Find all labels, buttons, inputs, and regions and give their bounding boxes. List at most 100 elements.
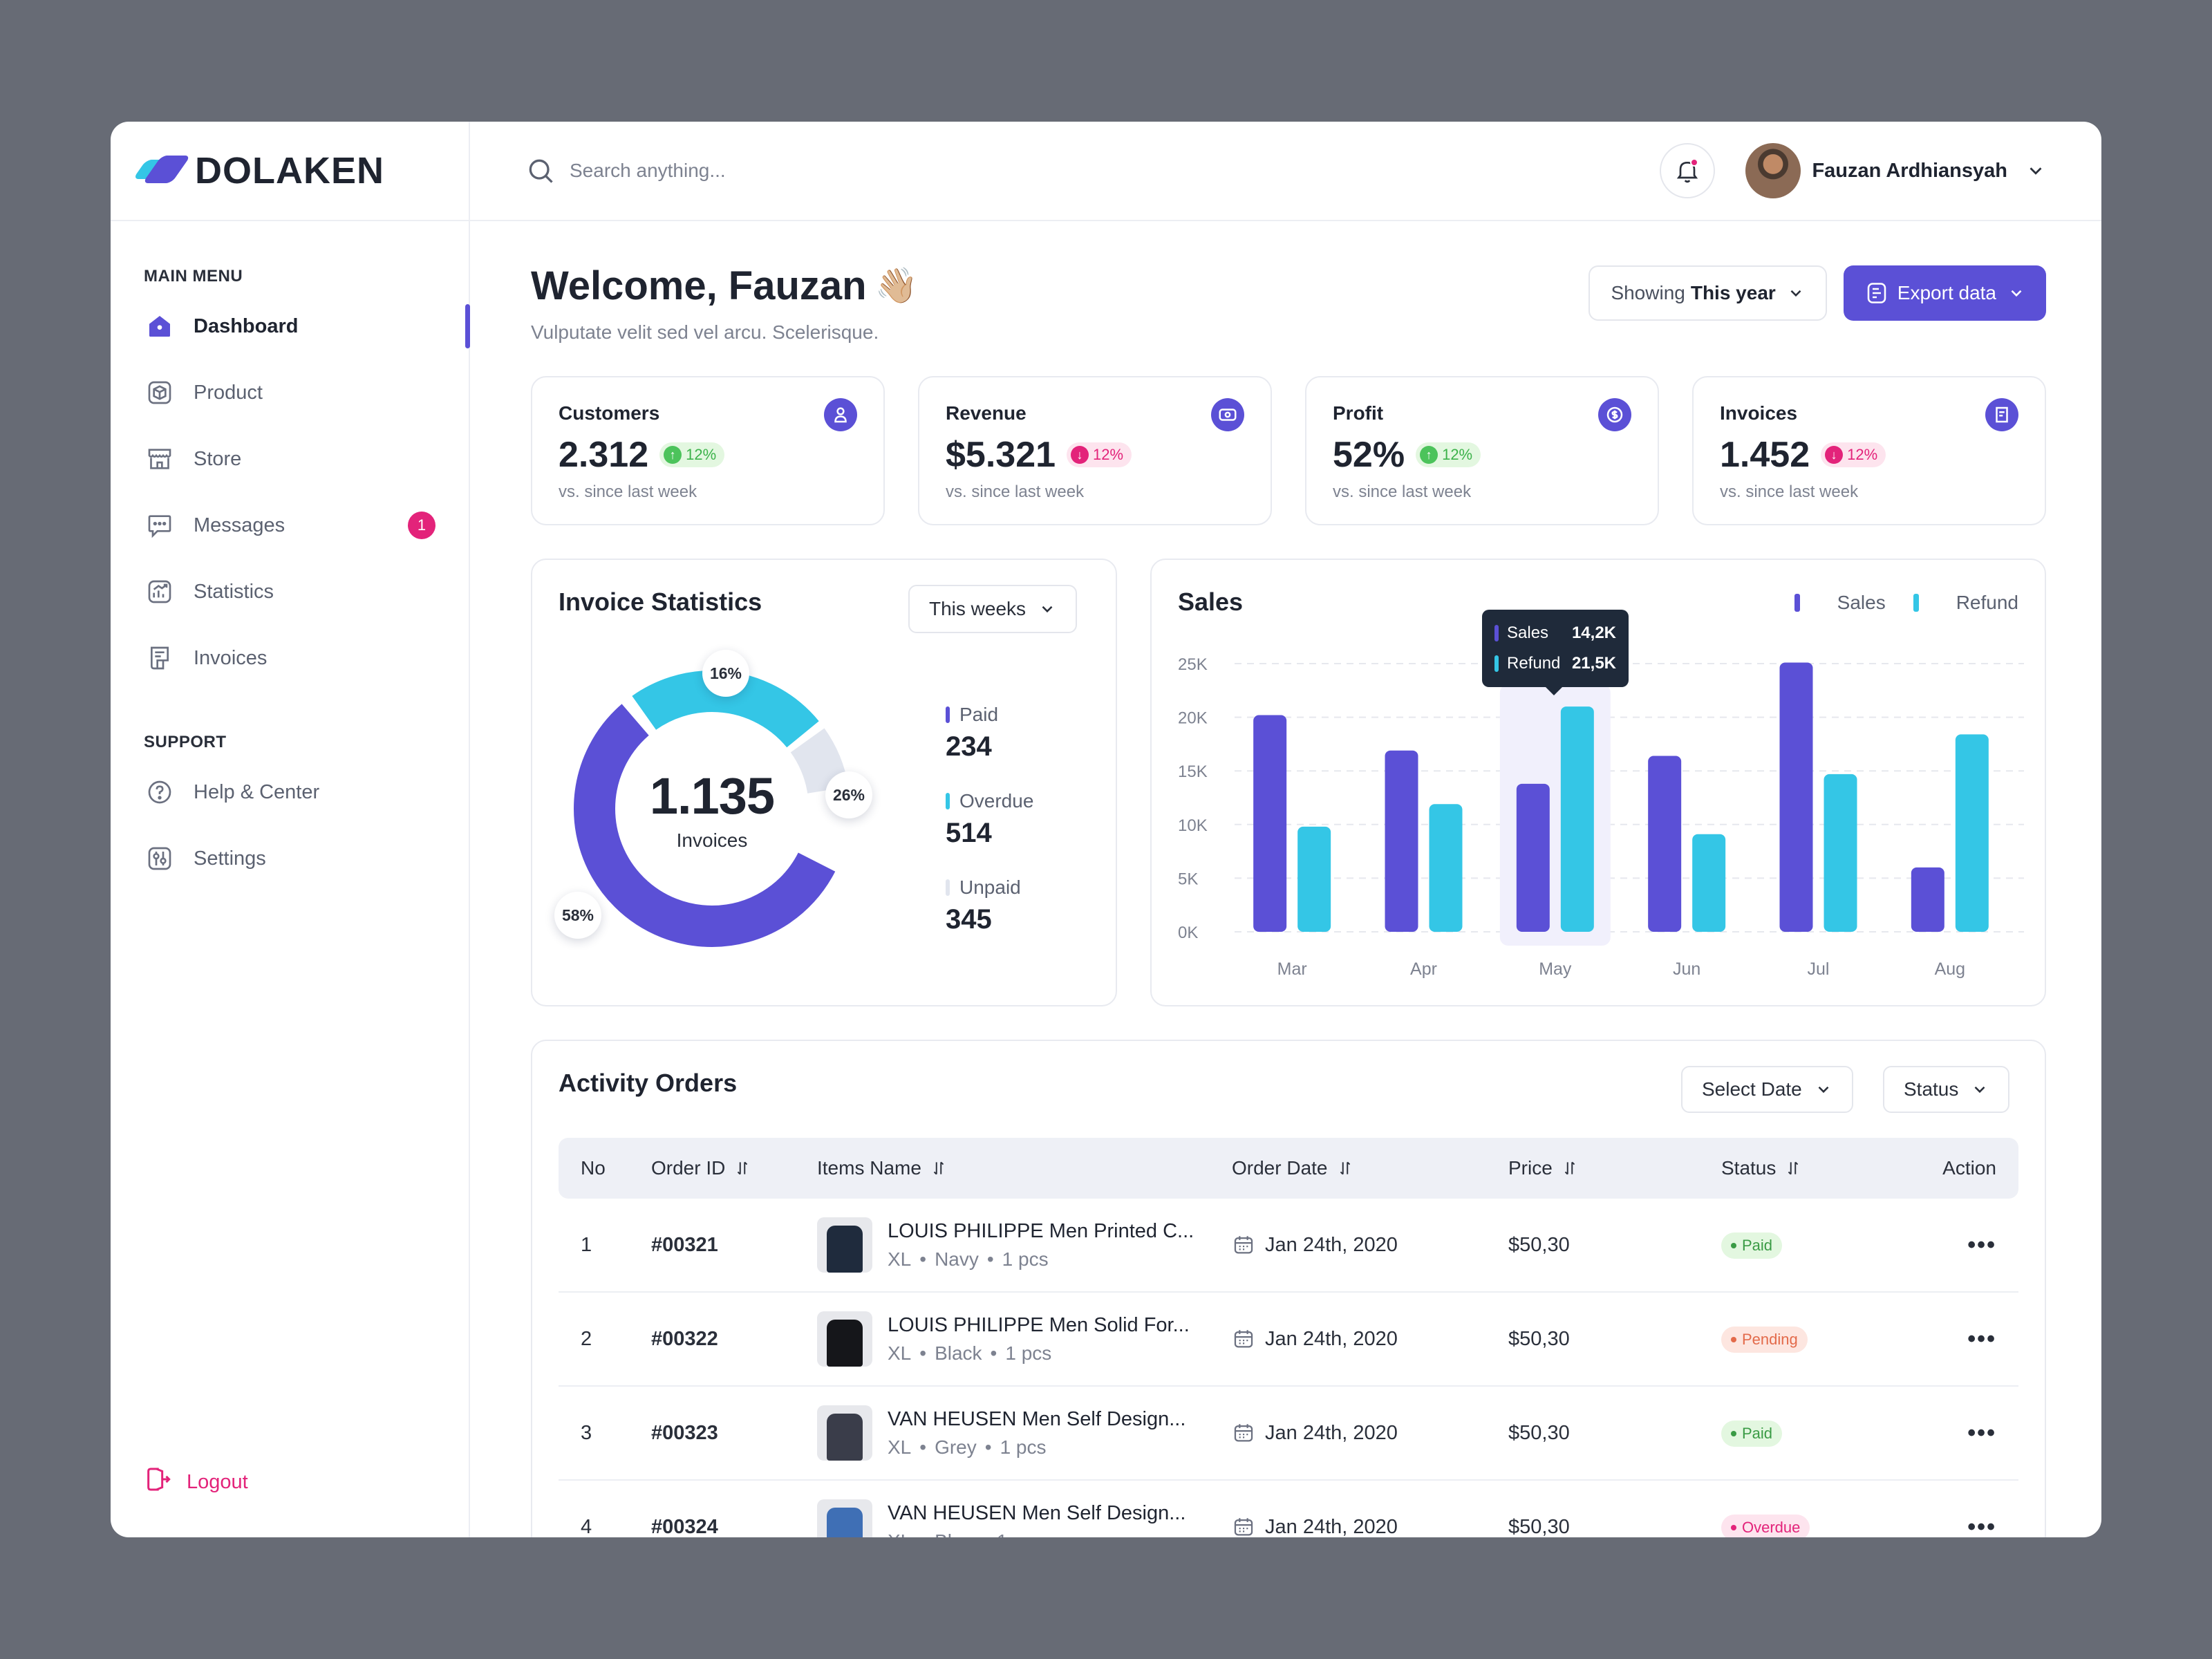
- main-menu-title: MAIN MENU: [144, 267, 243, 285]
- logo[interactable]: DOLAKEN: [111, 122, 469, 221]
- arrow-down-icon: ↓: [1071, 446, 1089, 464]
- app-window: DOLAKEN MAIN MENU Dashboard Product Stor…: [111, 122, 2101, 1537]
- table-row[interactable]: 1 #00321 LOUIS PHILIPPE Men Printed C...…: [559, 1199, 2018, 1293]
- bar-refund-jul[interactable]: [1824, 774, 1857, 932]
- coin-icon: [1598, 398, 1631, 431]
- stat-card-invoices[interactable]: Invoices 1.452 ↓ 12% vs. since last week: [1692, 376, 2046, 525]
- select-date-dropdown[interactable]: Select Date: [1681, 1066, 1853, 1113]
- product-thumbnail: [817, 1217, 872, 1273]
- order-id: #00323: [651, 1421, 718, 1444]
- chart-legend: Sales Refund: [1767, 592, 2018, 614]
- column-header-items-name[interactable]: Items Name: [817, 1157, 1232, 1179]
- messages-count-badge: 1: [408, 512, 435, 539]
- more-actions-icon[interactable]: •••: [1967, 1514, 1996, 1538]
- column-header-order-id[interactable]: Order ID: [651, 1157, 817, 1179]
- bar-sales-aug[interactable]: [1911, 867, 1944, 932]
- sidebar-item-help-center[interactable]: Help & Center: [111, 759, 469, 825]
- more-actions-icon[interactable]: •••: [1967, 1326, 1996, 1352]
- arrow-up-icon: ↑: [1420, 446, 1438, 464]
- column-header-price[interactable]: Price: [1508, 1157, 1721, 1179]
- legend-item-sales[interactable]: Sales: [1794, 592, 1886, 614]
- sidebar-item-product[interactable]: Product: [111, 359, 469, 426]
- bar-sales-may[interactable]: [1516, 783, 1550, 932]
- document-icon: [1867, 283, 1886, 303]
- search-input[interactable]: Search anything...: [570, 160, 726, 182]
- y-tick-label: 25K: [1178, 655, 1208, 674]
- bar-sales-jun[interactable]: [1648, 756, 1682, 932]
- column-header-order-date[interactable]: Order Date: [1232, 1157, 1508, 1179]
- export-data-button[interactable]: Export data: [1843, 265, 2046, 321]
- user-area: Fauzan Ardhiansyah: [1660, 143, 2046, 198]
- logout-button[interactable]: Logout: [144, 1465, 248, 1499]
- orders-table: No Order ID Items Name Order Date Price …: [559, 1138, 2018, 1537]
- legend-item-refund[interactable]: Refund: [1913, 592, 2018, 614]
- bar-sales-apr[interactable]: [1385, 750, 1418, 932]
- welcome-section: Welcome, Fauzan 👋🏼 Vulputate velit sed ve…: [531, 263, 918, 344]
- sidebar-item-statistics[interactable]: Statistics: [111, 559, 469, 625]
- bar-refund-aug[interactable]: [1955, 734, 1989, 932]
- calendar-icon: [1234, 1424, 1253, 1442]
- order-id: #00322: [651, 1327, 718, 1350]
- notification-button[interactable]: [1660, 143, 1716, 198]
- row-no: 2: [581, 1327, 592, 1350]
- stat-card-revenue[interactable]: Revenue $5.321 ↓ 12% vs. since last week: [918, 376, 1272, 525]
- sidebar-item-label: Messages: [194, 514, 285, 536]
- sidebar-item-label: Store: [194, 447, 242, 470]
- x-tick-label: Jul: [1808, 959, 1830, 979]
- calendar-icon: [1234, 1236, 1253, 1254]
- donut-center: 1.135 Invoices: [560, 657, 864, 961]
- x-tick-label: Aug: [1935, 959, 1965, 979]
- table-row[interactable]: 3 #00323 VAN HEUSEN Men Self Design... X…: [559, 1387, 2018, 1481]
- stat-card-profit[interactable]: Profit 52% ↑ 12% vs. since last week: [1305, 376, 1659, 525]
- legend-item-unpaid: Unpaid 345: [946, 877, 1033, 935]
- search-bar[interactable]: Search anything...: [525, 156, 726, 186]
- legend-item-overdue: Overdue 514: [946, 790, 1034, 848]
- logout-label: Logout: [187, 1470, 248, 1493]
- trend-badge: ↑ 12%: [1416, 442, 1481, 467]
- search-icon: [529, 159, 553, 183]
- sidebar-item-store[interactable]: Store: [111, 426, 469, 492]
- item-meta: XL•Blue•1 pcs: [888, 1530, 1185, 1538]
- sidebar-item-messages[interactable]: Messages 1: [111, 492, 469, 559]
- period-dropdown[interactable]: This weeks: [908, 585, 1078, 633]
- chevron-down-icon: [2011, 290, 2022, 297]
- sort-icon: [738, 1161, 748, 1175]
- logout-icon: [144, 1465, 171, 1499]
- sidebar-item-invoices[interactable]: Invoices: [111, 625, 469, 691]
- bar-sales-mar[interactable]: [1253, 715, 1287, 932]
- table-row[interactable]: 2 #00322 LOUIS PHILIPPE Men Solid For...…: [559, 1293, 2018, 1387]
- stat-value: $5.321: [946, 435, 1056, 475]
- sidebar: DOLAKEN MAIN MENU Dashboard Product Stor…: [111, 122, 470, 1537]
- bar-sales-jul[interactable]: [1779, 662, 1813, 932]
- trend-badge: ↓ 12%: [1067, 442, 1132, 467]
- store-icon: [144, 443, 176, 475]
- avatar[interactable]: [1745, 143, 1801, 198]
- sidebar-item-dashboard[interactable]: Dashboard: [111, 293, 470, 359]
- stat-card-customers[interactable]: Customers 2.312 ↑ 12% vs. since last week: [531, 376, 885, 525]
- legend-value: 345: [946, 904, 992, 935]
- y-tick-label: 20K: [1178, 709, 1208, 728]
- stat-label: Revenue: [946, 402, 1027, 424]
- status-dropdown[interactable]: Status: [1883, 1066, 2010, 1113]
- activity-orders-panel: Activity Orders Select Date Status No Or…: [531, 1040, 2046, 1537]
- user-name[interactable]: Fauzan Ardhiansyah: [1812, 160, 2007, 182]
- bar-refund-jun[interactable]: [1692, 834, 1726, 932]
- bar-refund-mar[interactable]: [1297, 826, 1331, 932]
- column-header-status[interactable]: Status: [1721, 1157, 1930, 1179]
- table-row[interactable]: 4 #00324 VAN HEUSEN Men Self Design... X…: [559, 1481, 2018, 1537]
- calendar-icon: [1234, 1330, 1253, 1348]
- bar-refund-may[interactable]: [1560, 706, 1594, 932]
- status-badge: Paid: [1721, 1232, 1783, 1259]
- chevron-down-icon[interactable]: [2025, 160, 2046, 181]
- status-badge: Pending: [1721, 1327, 1808, 1353]
- invoice-total: 1.135: [649, 767, 775, 825]
- y-tick-label: 10K: [1178, 816, 1208, 835]
- sidebar-item-label: Settings: [194, 847, 266, 870]
- sort-icon: [933, 1161, 944, 1175]
- sidebar-item-label: Invoices: [194, 646, 268, 669]
- more-actions-icon[interactable]: •••: [1967, 1232, 1996, 1258]
- period-select[interactable]: Showing This year: [1588, 265, 1827, 321]
- sidebar-item-settings[interactable]: Settings: [111, 825, 469, 892]
- bar-refund-apr[interactable]: [1429, 804, 1463, 932]
- more-actions-icon[interactable]: •••: [1967, 1420, 1996, 1446]
